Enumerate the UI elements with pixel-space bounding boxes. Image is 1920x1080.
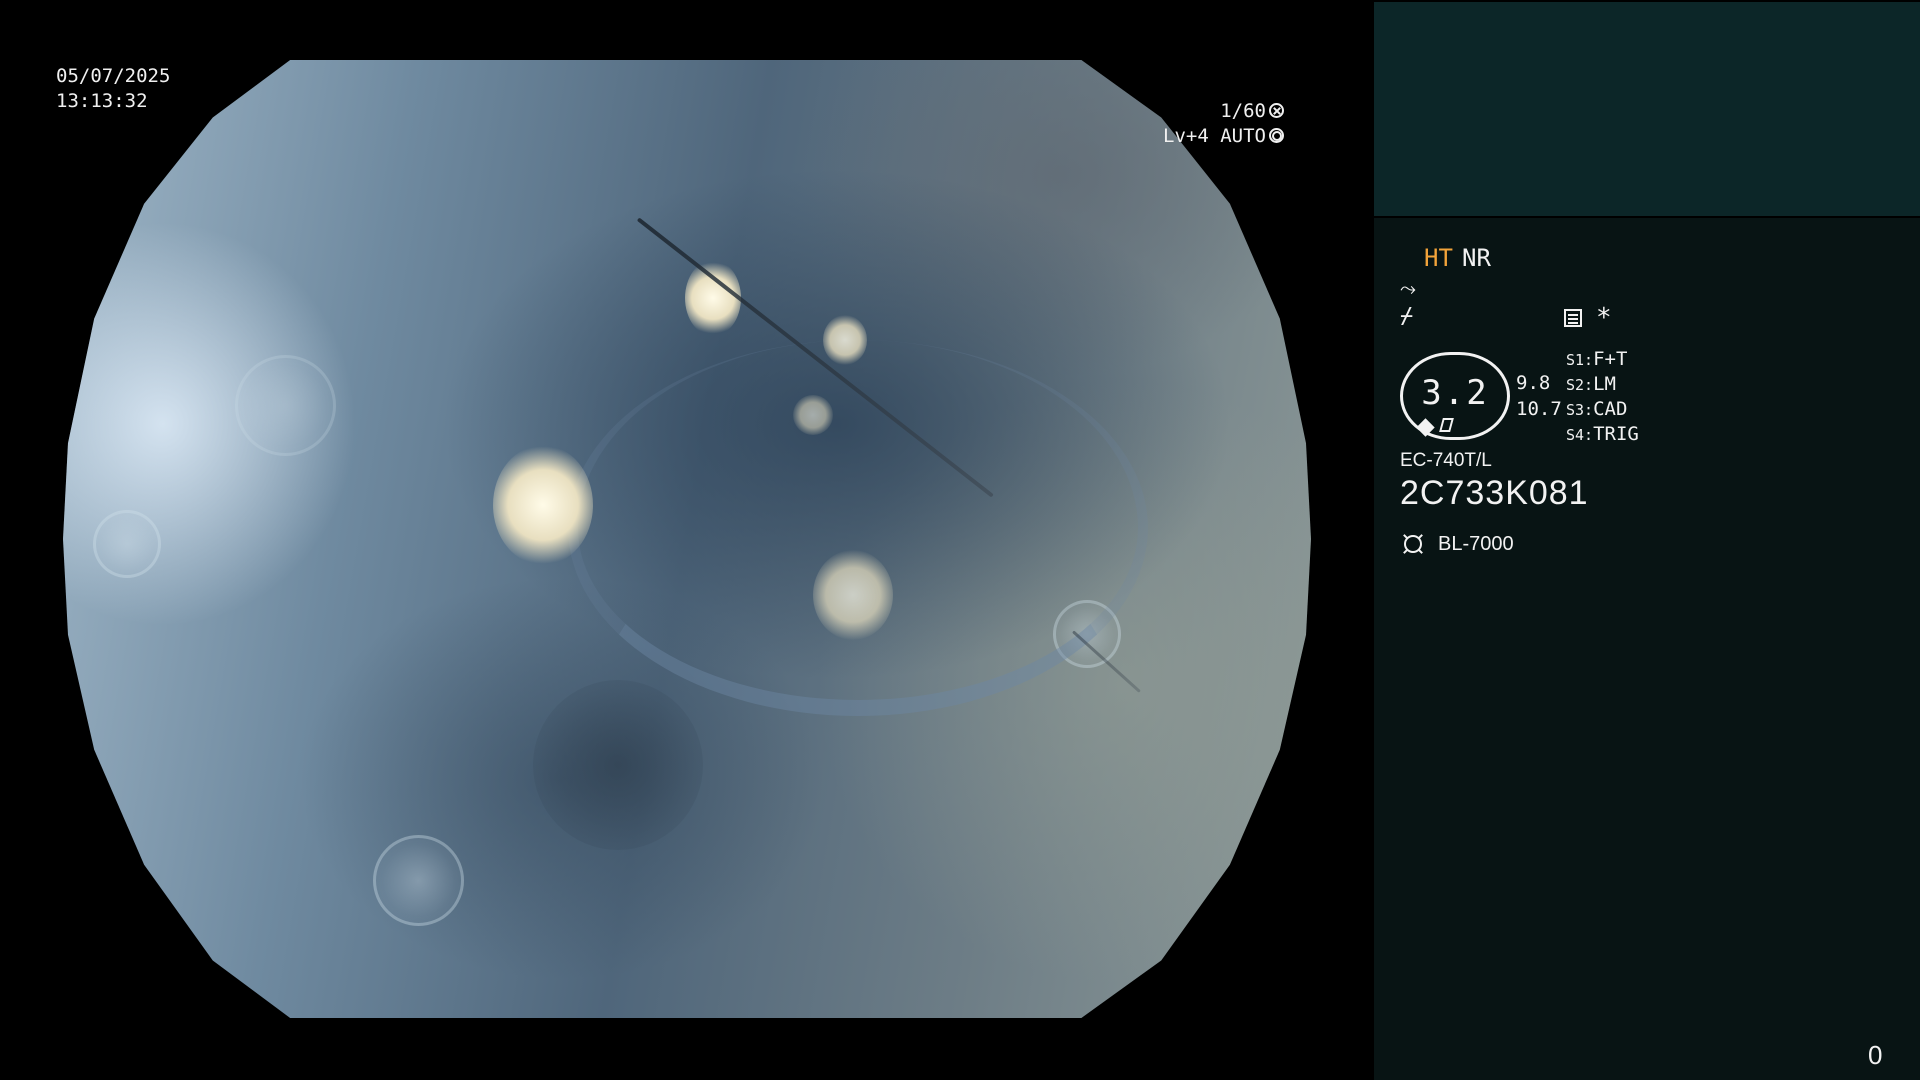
switch-s2: S2:LM xyxy=(1566,373,1616,395)
exposure-readout: 1/60 Lv+4 AUTO xyxy=(1163,99,1284,149)
color-mode-icon: ⌿ xyxy=(1400,304,1414,329)
dark-bubble xyxy=(533,680,703,850)
parallelogram-icon xyxy=(1439,418,1454,432)
mucosal-fold xyxy=(568,340,1148,716)
switch-value: F+T xyxy=(1593,348,1628,370)
memo-icon xyxy=(1564,309,1582,327)
switch-s4: S4:TRIG xyxy=(1566,423,1639,445)
endoscope-live-view xyxy=(63,60,1311,1018)
date-text: 05/07/2025 xyxy=(56,65,171,87)
zoom-value: 3.2 xyxy=(1421,373,1489,413)
image-counter: 0 xyxy=(1868,1040,1883,1070)
datetime-readout: 05/07/2025 13:13:32 xyxy=(56,64,170,114)
asterisk-indicator: * xyxy=(1596,303,1612,333)
thumbnail-panel xyxy=(1374,2,1920,216)
zoom-near-value: 9.8 xyxy=(1516,372,1551,394)
shutter-row: 1/60 xyxy=(1163,99,1284,124)
switch-key: S1: xyxy=(1566,351,1594,369)
structure-enhance-icon: ⤳ xyxy=(1400,276,1416,300)
nr-indicator: NR xyxy=(1462,244,1491,272)
switch-key: S3: xyxy=(1566,401,1594,419)
switch-key: S2: xyxy=(1566,376,1594,394)
switch-s3: S3:CAD xyxy=(1566,398,1627,420)
level-row: Lv+4 AUTO xyxy=(1163,124,1284,149)
specular-highlight xyxy=(493,445,593,565)
switch-value: TRIG xyxy=(1593,423,1639,445)
switch-value: LM xyxy=(1593,373,1616,395)
light-source-model: BL-7000 xyxy=(1438,533,1514,555)
zoom-far-value: 10.7 xyxy=(1516,398,1562,420)
time-text: 13:13:32 xyxy=(56,90,148,112)
switch-key: S4: xyxy=(1566,426,1594,444)
iris-icon xyxy=(1269,128,1284,143)
specular-highlight xyxy=(685,260,741,336)
shutter-text: 1/60 xyxy=(1220,100,1266,122)
zoom-badge: 3.2 xyxy=(1400,352,1510,440)
switch-value: CAD xyxy=(1593,398,1628,420)
lens-flare-ring xyxy=(235,355,336,456)
switch-s1: S1:F+T xyxy=(1566,348,1627,370)
specular-highlight xyxy=(813,550,893,640)
ht-indicator: HT xyxy=(1424,244,1453,272)
level-text: Lv+4 AUTO xyxy=(1163,125,1266,147)
info-panel xyxy=(1374,218,1920,1080)
endoscope-screen: 05/07/2025 13:13:32 1/60 Lv+4 AUTO HT NR… xyxy=(0,0,1920,1080)
lens-flare-ring xyxy=(93,510,161,578)
scope-serial: 2C733K081 xyxy=(1400,474,1589,512)
light-source-icon-core xyxy=(1404,535,1422,553)
shutter-icon xyxy=(1269,103,1284,118)
scope-model: EC-740T/L xyxy=(1400,450,1492,471)
specular-highlight xyxy=(793,395,833,435)
lens-flare-ring xyxy=(373,835,464,926)
specular-highlight xyxy=(823,315,867,365)
